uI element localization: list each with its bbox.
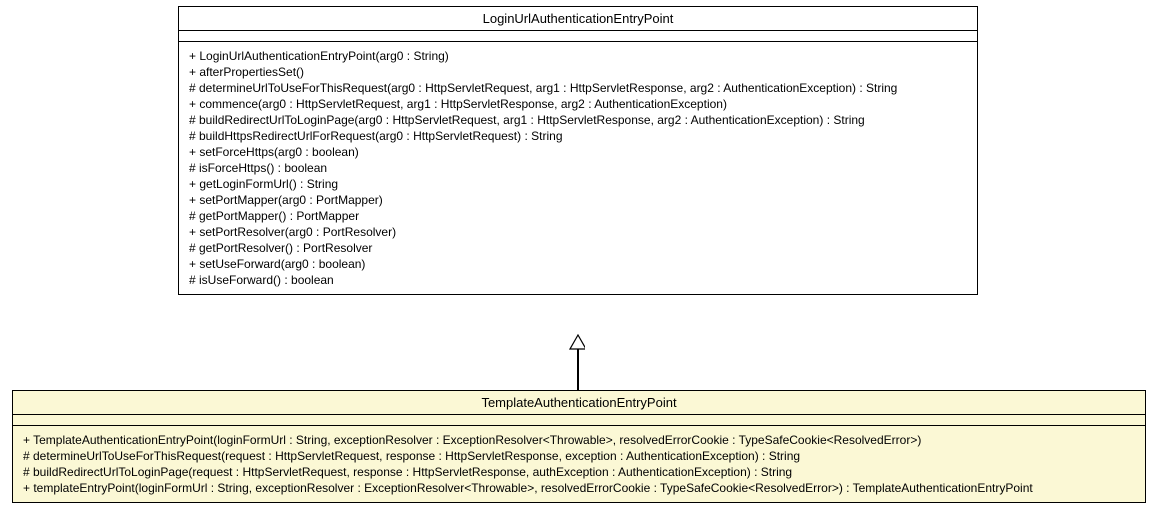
method-row: + getLoginFormUrl() : String: [189, 176, 967, 192]
method-row: # isUseForward() : boolean: [189, 272, 967, 288]
method-row: + setForceHttps(arg0 : boolean): [189, 144, 967, 160]
method-row: # getPortResolver() : PortResolver: [189, 240, 967, 256]
method-row: + templateEntryPoint(loginFormUrl : Stri…: [23, 480, 1135, 496]
method-row: # buildRedirectUrlToLoginPage(arg0 : Htt…: [189, 112, 967, 128]
uml-class-child: TemplateAuthenticationEntryPoint + Templ…: [12, 390, 1146, 503]
method-row: + setPortResolver(arg0 : PortResolver): [189, 224, 967, 240]
method-row: # determineUrlToUseForThisRequest(reques…: [23, 448, 1135, 464]
method-row: + setUseForward(arg0 : boolean): [189, 256, 967, 272]
generalization-arrowhead-icon: [569, 334, 585, 350]
class-methods: + TemplateAuthenticationEntryPoint(login…: [13, 426, 1145, 502]
method-row: + commence(arg0 : HttpServletRequest, ar…: [189, 96, 967, 112]
class-attributes-empty: [13, 415, 1145, 426]
method-row: + setPortMapper(arg0 : PortMapper): [189, 192, 967, 208]
method-row: # determineUrlToUseForThisRequest(arg0 :…: [189, 80, 967, 96]
uml-class-parent: LoginUrlAuthenticationEntryPoint + Login…: [178, 6, 978, 295]
class-methods: + LoginUrlAuthenticationEntryPoint(arg0 …: [179, 42, 977, 294]
method-row: # buildHttpsRedirectUrlForRequest(arg0 :…: [189, 128, 967, 144]
class-attributes-empty: [179, 31, 977, 42]
method-row: + TemplateAuthenticationEntryPoint(login…: [23, 432, 1135, 448]
inheritance-line: [577, 349, 579, 390]
method-row: + LoginUrlAuthenticationEntryPoint(arg0 …: [189, 48, 967, 64]
method-row: + afterPropertiesSet(): [189, 64, 967, 80]
method-row: # isForceHttps() : boolean: [189, 160, 967, 176]
class-title: TemplateAuthenticationEntryPoint: [13, 391, 1145, 415]
method-row: # buildRedirectUrlToLoginPage(request : …: [23, 464, 1135, 480]
class-title: LoginUrlAuthenticationEntryPoint: [179, 7, 977, 31]
method-row: # getPortMapper() : PortMapper: [189, 208, 967, 224]
